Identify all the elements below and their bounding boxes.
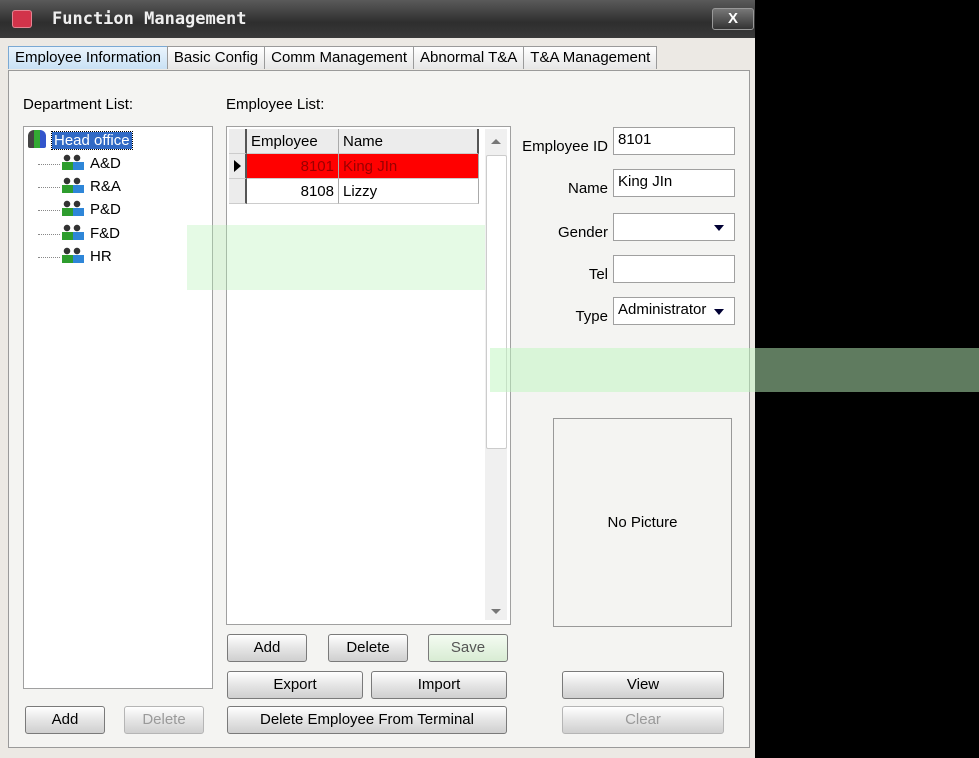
tab-employee-information[interactable]: Employee Information [8,46,168,69]
column-header-name[interactable]: Name [339,129,479,154]
employee-id-field[interactable]: 8101 [613,127,735,155]
gender-label: Gender [557,224,608,241]
tel-label: Tel [588,266,608,283]
tree-item-head-office[interactable]: Head office [28,130,133,152]
cell-employee-id[interactable]: 8108 [247,179,339,204]
tree-label: R&A [90,178,121,195]
type-label: Type [575,308,608,325]
tree-item-pd[interactable]: P&D [38,199,121,221]
tree-label: HR [90,248,112,265]
export-button[interactable]: Export [227,671,363,699]
chevron-down-icon [714,309,724,315]
row-indicator [229,179,247,204]
clear-button[interactable]: Clear [562,706,724,734]
employee-add-button[interactable]: Add [227,634,307,662]
group-icon [62,200,84,216]
organization-icon [28,130,46,148]
grid-corner [229,129,247,154]
tree-label: F&D [90,225,120,242]
department-add-button[interactable]: Add [25,706,105,734]
group-icon [62,154,84,170]
delete-employee-from-terminal-button[interactable]: Delete Employee From Terminal [227,706,507,734]
app-icon [12,10,32,28]
tree-label: A&D [90,155,121,172]
employee-picture: No Picture [553,418,732,627]
group-icon [62,177,84,193]
employee-grid[interactable]: Employee ID Name 8101 King JIn 8108 Lizz… [226,126,511,625]
highlight-overlay [490,348,979,392]
close-button[interactable]: X [712,8,754,30]
column-header-employee-id[interactable]: Employee ID [247,129,339,175]
type-select[interactable]: Administrator [613,297,735,325]
cell-employee-id[interactable]: 8101 [247,154,339,179]
department-tree[interactable]: Head office A&D R&A P&D F&D HR [23,126,213,689]
tab-basic-config[interactable]: Basic Config [166,46,266,69]
tab-abnormal-ta[interactable]: Abnormal T&A [413,46,525,69]
gender-select[interactable] [613,213,735,241]
import-button[interactable]: Import [371,671,507,699]
tree-label: Head office [51,131,133,150]
department-list-label: Department List: [23,96,134,113]
name-label: Name [567,180,608,197]
title-bar[interactable]: Function Management X [0,0,755,38]
tab-comm-management[interactable]: Comm Management [264,46,415,69]
cell-name[interactable]: Lizzy [339,179,479,204]
view-button[interactable]: View [562,671,724,699]
chevron-down-icon [714,225,724,231]
tree-item-ad[interactable]: A&D [38,153,121,175]
row-indicator-icon [229,154,247,179]
highlight-overlay [187,225,485,290]
tree-item-ra[interactable]: R&A [38,176,121,198]
tree-item-fd[interactable]: F&D [38,223,120,245]
tab-ta-management[interactable]: T&A Management [523,46,658,69]
tree-label: P&D [90,201,121,218]
tab-bar: Employee Information Basic Config Comm M… [8,46,658,70]
department-delete-button[interactable]: Delete [124,706,204,734]
scroll-down-icon[interactable] [491,609,501,614]
scrollbar-thumb[interactable] [486,155,507,449]
no-picture-text: No Picture [607,514,678,531]
window-title: Function Management [52,9,247,29]
name-field[interactable]: King JIn [613,169,735,197]
employee-id-label: Employee ID [522,138,608,155]
group-icon [62,247,84,263]
tree-item-hr[interactable]: HR [38,246,112,268]
employee-save-button[interactable]: Save [428,634,508,662]
employee-delete-button[interactable]: Delete [328,634,408,662]
tel-field[interactable] [613,255,735,283]
type-value: Administrator [618,301,707,318]
employee-list-label: Employee List: [226,96,325,113]
cell-name[interactable]: King JIn [339,154,479,179]
group-icon [62,224,84,240]
